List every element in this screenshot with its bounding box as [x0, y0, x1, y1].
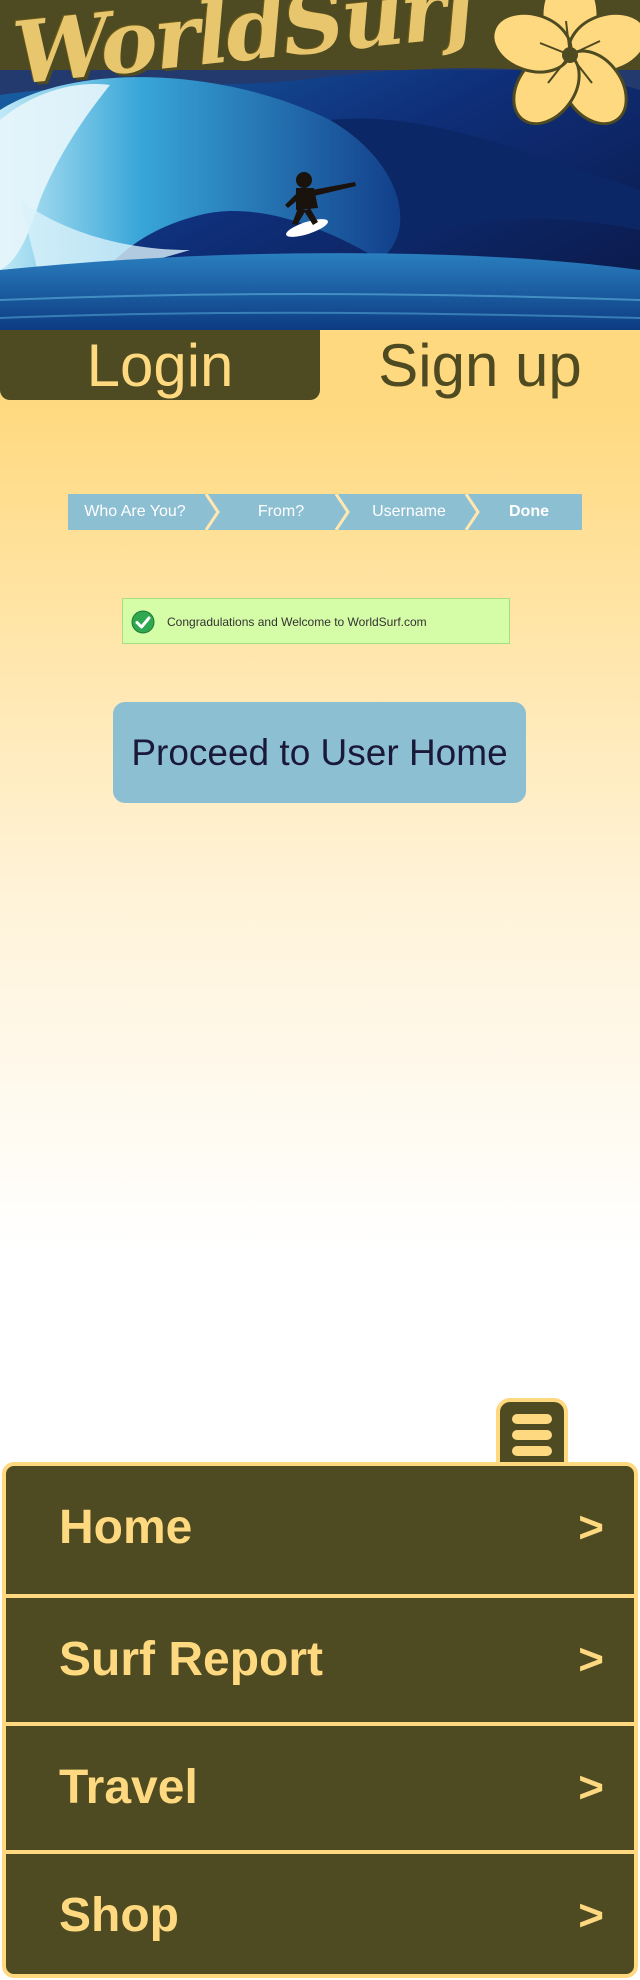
menu-item-label: Shop	[59, 1889, 179, 1942]
tab-login[interactable]: Login	[0, 330, 320, 400]
menu-item-label: Surf Report	[59, 1633, 323, 1686]
menu-item-travel[interactable]: Travel >	[6, 1722, 634, 1850]
step-done: Done	[509, 503, 549, 520]
menu-item-shop[interactable]: Shop >	[6, 1850, 634, 1974]
checkmark-icon	[131, 610, 155, 634]
menu-item-label: Travel	[59, 1761, 198, 1814]
menu-arrow-icon: >	[578, 1763, 604, 1812]
menu-arrow-icon: >	[578, 1635, 604, 1684]
success-message: Congradulations and Welcome to WorldSurf…	[122, 598, 510, 644]
success-text: Congradulations and Welcome to WorldSurf…	[167, 615, 427, 629]
header-banner: WorldSurf	[0, 0, 640, 330]
menu-item-home[interactable]: Home >	[6, 1466, 634, 1594]
menu-arrow-icon: >	[578, 1891, 604, 1940]
main-menu: Home > Surf Report > Travel > Shop >	[2, 1462, 638, 1978]
menu-arrow-icon: >	[578, 1503, 604, 1552]
step-username: Username	[372, 503, 446, 520]
menu-item-surf-report[interactable]: Surf Report >	[6, 1594, 634, 1722]
proceed-to-user-home-button[interactable]: Proceed to User Home	[113, 702, 526, 803]
menu-item-label: Home	[59, 1501, 193, 1554]
hamburger-menu-icon[interactable]	[496, 1398, 568, 1466]
menu-bar	[512, 1414, 552, 1424]
step-from: From?	[257, 503, 305, 520]
step-who-are-you: Who Are You?	[84, 503, 186, 520]
signup-progress-steps: Who Are You? From? Username Done	[68, 494, 582, 530]
tab-signup[interactable]: Sign up	[320, 330, 640, 400]
menu-bar	[512, 1430, 552, 1440]
menu-bar	[512, 1446, 552, 1456]
